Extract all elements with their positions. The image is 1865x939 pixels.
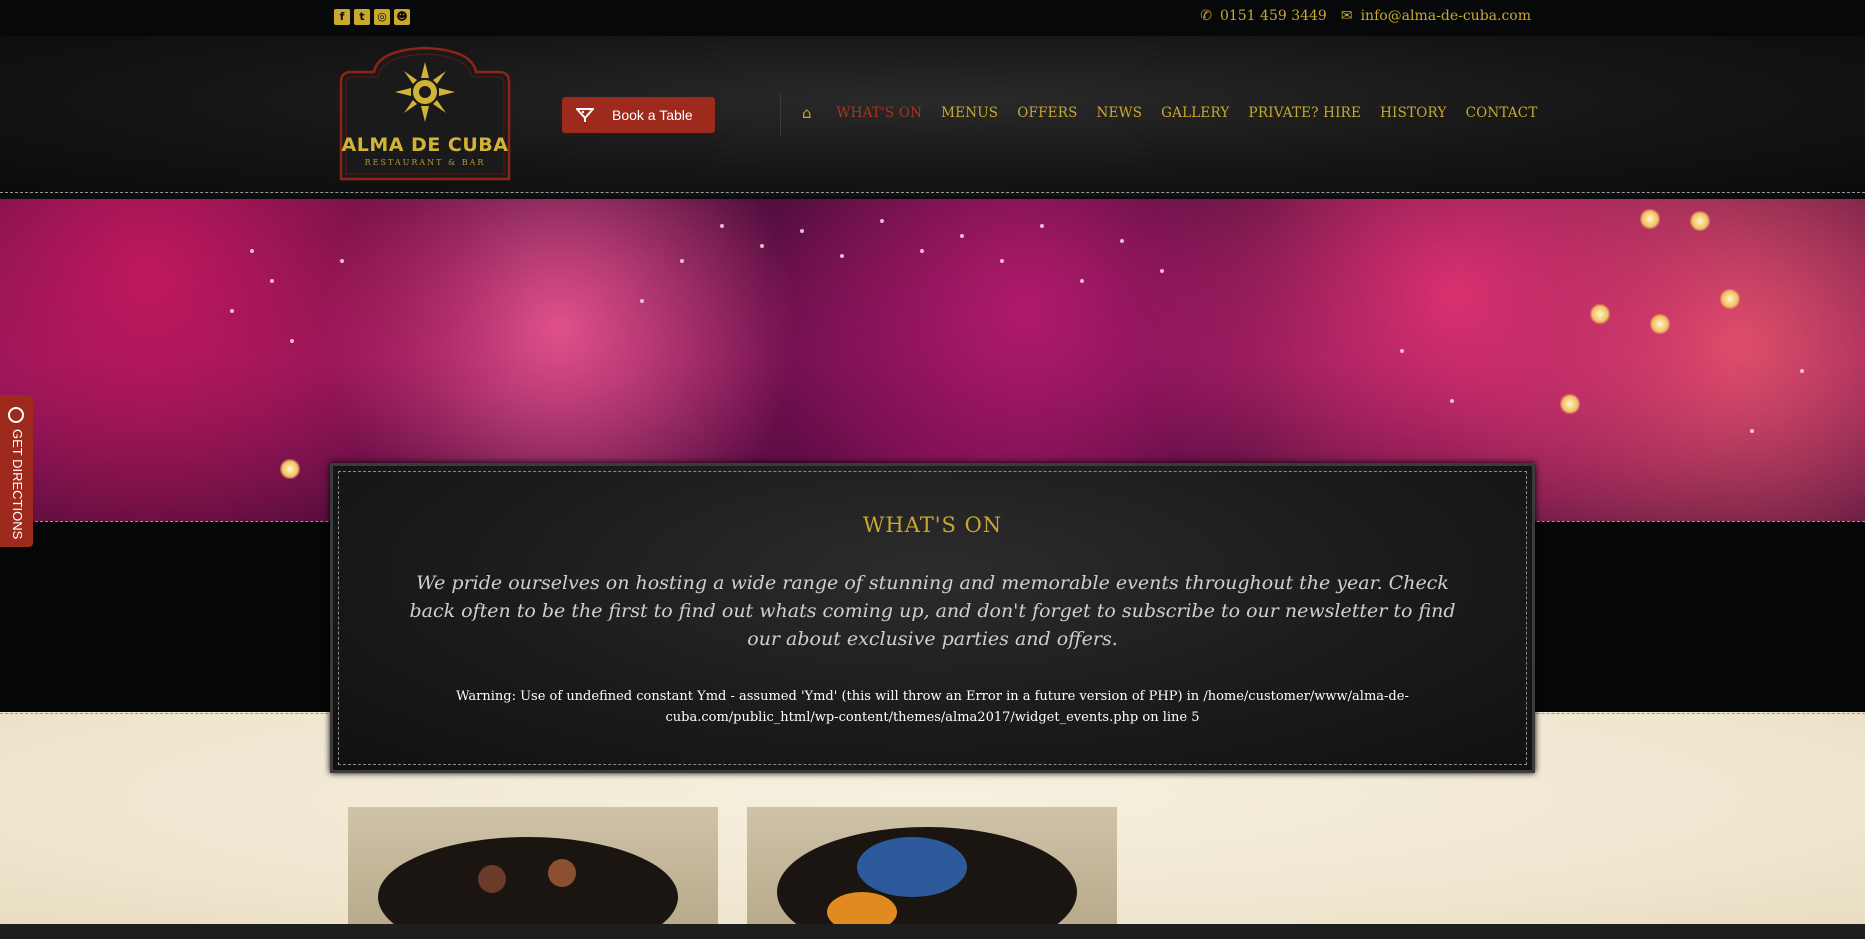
email-link[interactable]: info@alma-de-cuba.com (1361, 8, 1531, 24)
confetti (960, 234, 964, 238)
nav-item-private-hire[interactable]: PRIVATE? HIRE (1249, 105, 1362, 121)
event-image (378, 837, 678, 929)
get-directions-tab[interactable]: GET DIRECTIONS (0, 395, 33, 547)
nav-item-news[interactable]: NEWS (1097, 105, 1143, 121)
logo-tagline: RESTAURANT & BAR (364, 158, 486, 167)
candle-light (1720, 289, 1740, 309)
intro-text: We pride ourselves on hosting a wide ran… (409, 572, 1456, 650)
nav-item-whats-on[interactable]: WHAT'S ON (837, 105, 923, 121)
envelope-icon: ✉ (1340, 8, 1353, 24)
confetti (1080, 279, 1084, 283)
home-icon[interactable]: ⌂ (802, 104, 812, 122)
phone-icon: ✆ (1200, 8, 1212, 24)
confetti (270, 279, 274, 283)
event-card[interactable] (348, 807, 718, 929)
feather-headdress (857, 837, 967, 897)
confetti (840, 254, 844, 258)
candle-light (1560, 394, 1580, 414)
confetti (720, 224, 724, 228)
twitter-icon[interactable]: t (354, 9, 370, 25)
location-arrow-icon (8, 407, 24, 423)
performer (548, 859, 576, 887)
facebook-icon[interactable]: f (334, 9, 350, 25)
intro-panel: WHAT'S ON We pride ourselves on hosting … (330, 463, 1535, 773)
cocktail-icon (576, 108, 594, 122)
instagram-icon[interactable]: ◎ (374, 9, 390, 25)
confetti (290, 339, 294, 343)
phone-number[interactable]: 0151 459 3449 (1220, 8, 1327, 24)
top-bar: f t ◎ ☻ ✆ 0151 459 3449 ✉ info@alma-de-c… (0, 0, 1865, 36)
candle-light (1690, 211, 1710, 231)
confetti (680, 259, 684, 263)
confetti (230, 309, 234, 313)
site-logo[interactable]: ALMA DE CUBA RESTAURANT & BAR (338, 46, 512, 182)
confetti (1120, 239, 1124, 243)
confetti (760, 244, 764, 248)
header-divider (0, 192, 1865, 193)
nav-divider (780, 92, 781, 136)
nav-item-offers[interactable]: OFFERS (1017, 105, 1077, 121)
nav-item-contact[interactable]: CONTACT (1466, 105, 1538, 121)
confetti (1160, 269, 1164, 273)
candle-light (1650, 314, 1670, 334)
confetti (1800, 369, 1804, 373)
candle-light (1640, 209, 1660, 229)
contact-info: ✆ 0151 459 3449 ✉ info@alma-de-cuba.com (1200, 8, 1531, 24)
candle-light (1590, 304, 1610, 324)
confetti (880, 219, 884, 223)
performer (478, 865, 506, 893)
book-a-table-label: Book a Table (612, 107, 693, 123)
book-a-table-button[interactable]: Book a Table (562, 97, 715, 133)
logo-brand-text: ALMA DE CUBA (341, 134, 509, 156)
confetti (1040, 224, 1044, 228)
confetti (250, 249, 254, 253)
bottom-bar (0, 924, 1865, 939)
confetti (1450, 399, 1454, 403)
confetti (920, 249, 924, 253)
confetti (1750, 429, 1754, 433)
main-nav: ⌂ WHAT'S ON MENUS OFFERS NEWS GALLERY PR… (802, 104, 1538, 122)
nav-item-gallery[interactable]: GALLERY (1161, 105, 1229, 121)
event-card[interactable] (747, 807, 1117, 929)
php-warning-text: Warning: Use of undefined constant Ymd -… (456, 689, 1409, 725)
confetti (640, 299, 644, 303)
confetti (340, 259, 344, 263)
spotlight (280, 459, 300, 479)
snapchat-icon[interactable]: ☻ (394, 9, 410, 25)
social-links: f t ◎ ☻ (334, 9, 410, 25)
page-title: WHAT'S ON (862, 513, 1003, 537)
nav-item-menus[interactable]: MENUS (941, 105, 998, 121)
confetti (800, 229, 804, 233)
confetti (1000, 259, 1004, 263)
get-directions-label: GET DIRECTIONS (10, 429, 25, 540)
nav-item-history[interactable]: HISTORY (1380, 105, 1447, 121)
confetti (1400, 349, 1404, 353)
